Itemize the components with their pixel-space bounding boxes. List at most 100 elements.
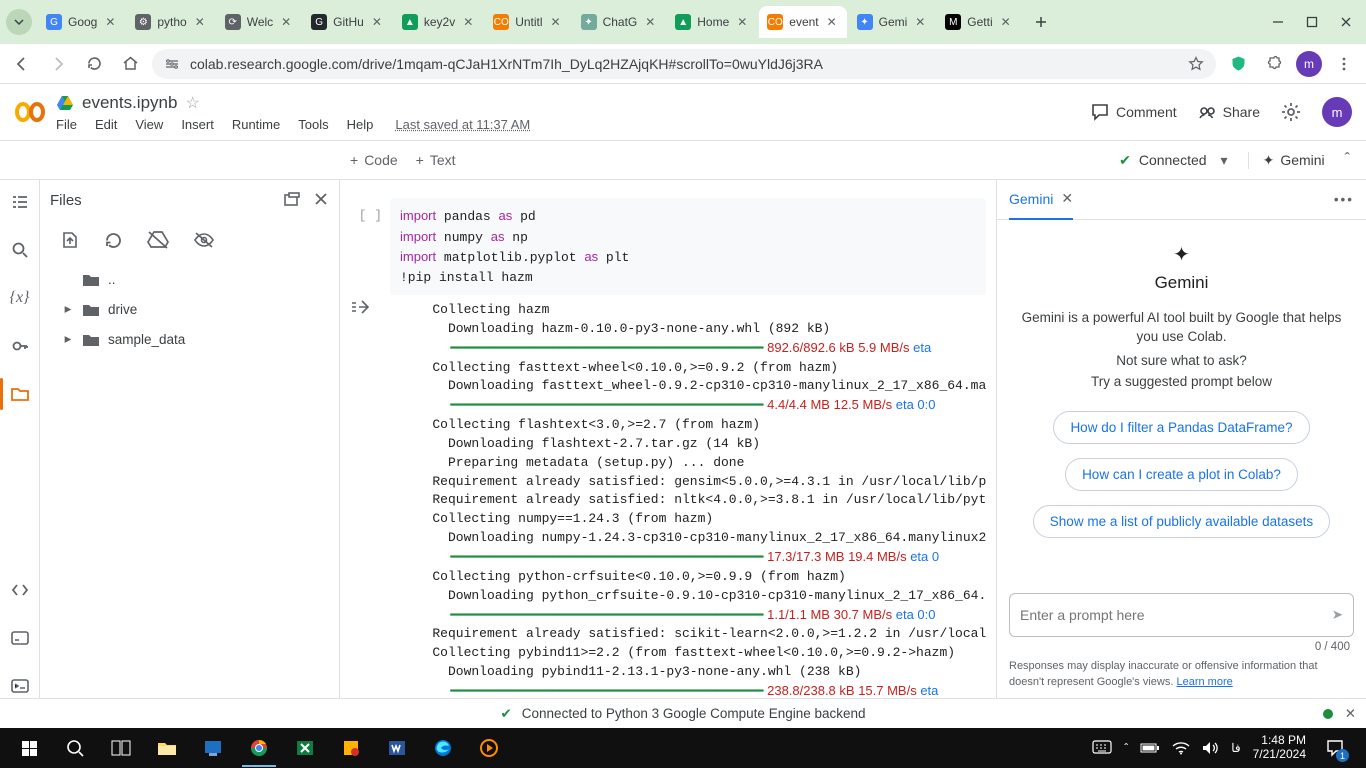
- hidden-files-icon[interactable]: [193, 231, 215, 249]
- gemini-toggle[interactable]: ✦ Gemini: [1263, 152, 1325, 169]
- cell-gutter[interactable]: [ ]: [350, 198, 390, 295]
- taskbar-excel[interactable]: [282, 729, 328, 767]
- tab-search-button[interactable]: [6, 9, 32, 35]
- menu-runtime[interactable]: Runtime: [232, 117, 280, 132]
- tab-close-icon[interactable]: ✕: [279, 15, 293, 29]
- extension-privacy-icon[interactable]: [1224, 50, 1252, 78]
- taskbar-chrome[interactable]: [236, 729, 282, 767]
- files-close-icon[interactable]: [313, 191, 329, 209]
- profile-avatar[interactable]: m: [1296, 51, 1322, 77]
- browser-tab[interactable]: ▲key2v✕: [394, 6, 483, 38]
- user-avatar[interactable]: m: [1322, 97, 1352, 127]
- tab-close-icon[interactable]: ✕: [735, 15, 749, 29]
- nav-forward-button[interactable]: [44, 50, 72, 78]
- browser-tab[interactable]: COevent✕: [759, 6, 846, 38]
- new-tab-button[interactable]: [1027, 8, 1055, 36]
- chevron-up-icon[interactable]: ˆ: [1339, 151, 1356, 169]
- menu-insert[interactable]: Insert: [181, 117, 214, 132]
- window-minimize[interactable]: [1264, 8, 1292, 36]
- nav-reload-button[interactable]: [80, 50, 108, 78]
- site-info-icon[interactable]: [164, 56, 180, 72]
- gemini-menu-icon[interactable]: •••: [1334, 192, 1354, 207]
- tab-close-icon[interactable]: ✕: [193, 15, 207, 29]
- menu-help[interactable]: Help: [347, 117, 374, 132]
- task-view-icon[interactable]: [98, 729, 144, 767]
- tab-close-icon[interactable]: ✕: [913, 15, 927, 29]
- taskbar-app-1[interactable]: [190, 729, 236, 767]
- address-bar[interactable]: colab.research.google.com/drive/1mqam-qC…: [152, 49, 1216, 79]
- wifi-icon[interactable]: [1172, 741, 1190, 755]
- browser-tab[interactable]: ⟳Welc✕: [217, 6, 301, 38]
- share-button[interactable]: Share: [1197, 102, 1260, 122]
- notebook-area[interactable]: [ ] import pandas as pd import numpy as …: [340, 180, 996, 698]
- files-tree-item[interactable]: ▸sample_data: [40, 324, 339, 354]
- touchkbd-icon[interactable]: [1092, 740, 1112, 756]
- output-tools-icon[interactable]: [350, 295, 388, 698]
- star-icon[interactable]: ☆: [185, 93, 199, 113]
- add-text-button[interactable]: +Text: [416, 152, 456, 168]
- browser-tab[interactable]: MGetti✕: [937, 6, 1020, 38]
- tab-close-icon[interactable]: ✕: [999, 15, 1013, 29]
- taskbar-edge[interactable]: [420, 729, 466, 767]
- tab-close-icon[interactable]: ✕: [549, 15, 563, 29]
- mount-drive-icon[interactable]: [147, 230, 169, 250]
- terminal-icon[interactable]: [8, 674, 32, 698]
- gemini-suggestion-2[interactable]: Show me a list of publicly available dat…: [1033, 505, 1330, 538]
- settings-button[interactable]: [1280, 101, 1302, 123]
- lang-indicator[interactable]: فا: [1231, 741, 1240, 755]
- close-icon[interactable]: ✕: [1061, 190, 1073, 207]
- gemini-suggestion-0[interactable]: How do I filter a Pandas DataFrame?: [1053, 411, 1309, 444]
- menu-tools[interactable]: Tools: [298, 117, 328, 132]
- volume-icon[interactable]: [1202, 741, 1219, 755]
- taskbar-app-2[interactable]: [328, 729, 374, 767]
- tab-close-icon[interactable]: ✕: [370, 15, 384, 29]
- runtime-status[interactable]: ✔ Connected ▾: [1119, 152, 1248, 169]
- gemini-suggestion-1[interactable]: How can I create a plot in Colab?: [1065, 458, 1298, 491]
- upload-icon[interactable]: [60, 230, 80, 250]
- menu-view[interactable]: View: [135, 117, 163, 132]
- start-button[interactable]: [6, 729, 52, 767]
- tray-chevron-icon[interactable]: ˆ: [1124, 741, 1128, 755]
- menu-edit[interactable]: Edit: [95, 117, 117, 132]
- tab-close-icon[interactable]: ✕: [103, 15, 117, 29]
- nav-back-button[interactable]: [8, 50, 36, 78]
- system-tray[interactable]: ˆ فا 1:48 PM 7/21/2024 1: [1092, 731, 1360, 765]
- browser-tab[interactable]: ▲Home✕: [667, 6, 757, 38]
- variables-icon[interactable]: {x}: [8, 286, 32, 310]
- browser-tab[interactable]: GGoog✕: [38, 6, 125, 38]
- gemini-prompt-input[interactable]: ➤: [1009, 593, 1354, 637]
- browser-tab[interactable]: ✦ChatG✕: [573, 6, 666, 38]
- browser-tab[interactable]: ✦Gemi✕: [849, 6, 936, 38]
- gemini-tab[interactable]: Gemini ✕: [1009, 180, 1073, 220]
- toc-icon[interactable]: [8, 190, 32, 214]
- send-icon[interactable]: ➤: [1332, 607, 1343, 623]
- battery-icon[interactable]: [1140, 742, 1160, 754]
- notebook-title[interactable]: events.ipynb: [82, 93, 177, 113]
- menu-file[interactable]: File: [56, 117, 77, 132]
- status-close-icon[interactable]: ✕: [1345, 706, 1356, 722]
- browser-tab[interactable]: ⚙pytho✕: [127, 6, 214, 38]
- browser-tab[interactable]: COUntitl✕: [485, 6, 570, 38]
- tab-close-icon[interactable]: ✕: [825, 15, 839, 29]
- files-icon[interactable]: [8, 382, 32, 406]
- extensions-icon[interactable]: [1260, 50, 1288, 78]
- tab-close-icon[interactable]: ✕: [643, 15, 657, 29]
- refresh-icon[interactable]: [104, 231, 123, 250]
- window-close[interactable]: [1332, 8, 1360, 36]
- snippets-icon[interactable]: [8, 578, 32, 602]
- taskbar-clock[interactable]: 1:48 PM 7/21/2024: [1253, 734, 1306, 762]
- taskbar-word[interactable]: [374, 729, 420, 767]
- comment-button[interactable]: Comment: [1090, 102, 1177, 122]
- tab-close-icon[interactable]: ✕: [461, 15, 475, 29]
- chrome-menu-icon[interactable]: [1330, 50, 1358, 78]
- chevron-down-icon[interactable]: ▾: [1215, 152, 1234, 169]
- taskbar-explorer[interactable]: [144, 729, 190, 767]
- browser-tab[interactable]: GGitHu✕: [303, 6, 392, 38]
- search-icon[interactable]: [8, 238, 32, 262]
- learn-more-link[interactable]: Learn more: [1176, 676, 1232, 688]
- window-maximize[interactable]: [1298, 8, 1326, 36]
- taskbar-media[interactable]: [466, 729, 512, 767]
- secrets-icon[interactable]: [8, 334, 32, 358]
- action-center-icon[interactable]: 1: [1318, 731, 1352, 765]
- bookmark-star-icon[interactable]: [1188, 56, 1204, 72]
